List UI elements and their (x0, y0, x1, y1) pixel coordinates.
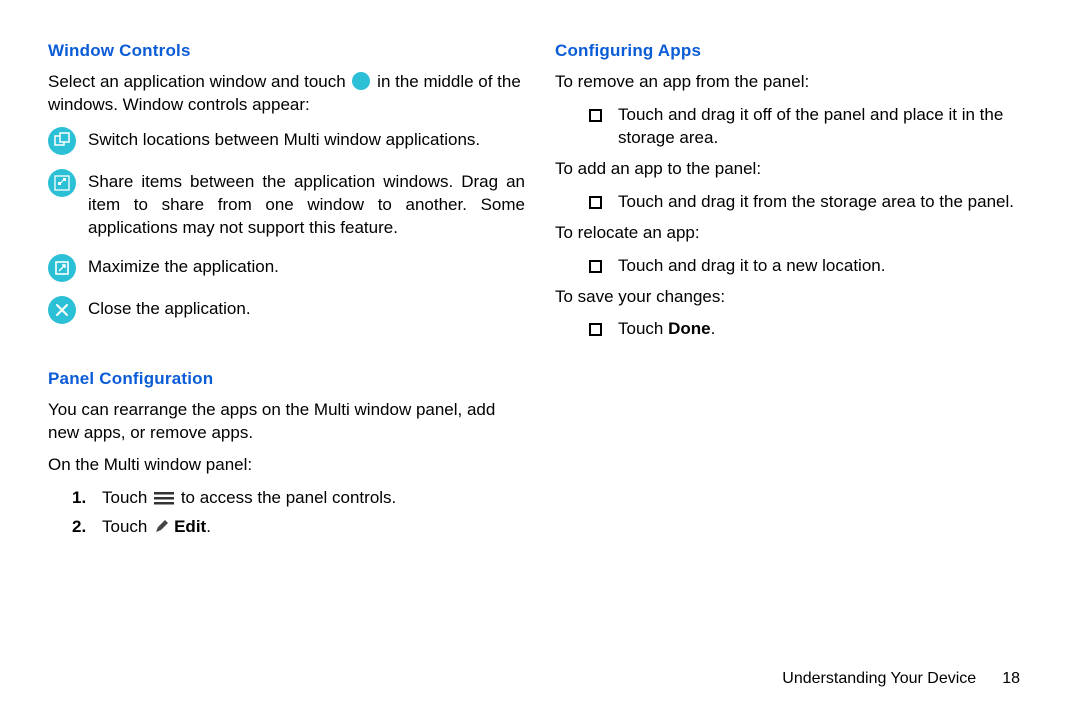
step-2: 2. Touch Edit. (72, 516, 525, 541)
close-icon (48, 296, 76, 324)
heading-window-controls: Window Controls (48, 40, 525, 63)
heading-panel-configuration: Panel Configuration (48, 368, 525, 391)
save-a: Touch (618, 319, 668, 338)
control-text-maximize: Maximize the application. (88, 254, 525, 279)
share-items-icon (48, 169, 76, 197)
window-controls-intro: Select an application window and touch i… (48, 71, 525, 117)
step-1-body: Touch to access the panel controls. (102, 487, 525, 512)
step-2-c: . (206, 517, 211, 536)
maximize-icon (48, 254, 76, 282)
relocate-bullet-text: Touch and drag it to a new location. (618, 255, 885, 278)
square-bullet-icon (589, 260, 602, 273)
right-column: Configuring Apps To remove an app from t… (555, 40, 1032, 545)
add-bullet: Touch and drag it from the storage area … (589, 191, 1032, 214)
control-text-switch: Switch locations between Multi window ap… (88, 127, 525, 152)
relocate-intro: To relocate an app: (555, 222, 1032, 245)
left-column: Window Controls Select an application wi… (48, 40, 525, 545)
control-text-close: Close the application. (88, 296, 525, 321)
step-1: 1. Touch to access the panel controls. (72, 487, 525, 512)
intro-text-a: Select an application window and touch (48, 72, 350, 91)
step-2-a: Touch (102, 517, 152, 536)
heading-configuring-apps: Configuring Apps (555, 40, 1032, 63)
add-intro: To add an app to the panel: (555, 158, 1032, 181)
footer-page-number: 18 (1002, 670, 1020, 687)
menu-icon (154, 489, 174, 512)
page-footer: Understanding Your Device 18 (782, 670, 1020, 688)
step-number-2: 2. (72, 516, 94, 541)
panel-config-sub: On the Multi window panel: (48, 454, 525, 477)
handle-dot-icon (352, 72, 370, 90)
step-2-body: Touch Edit. (102, 516, 525, 541)
two-column-layout: Window Controls Select an application wi… (48, 40, 1032, 545)
footer-section: Understanding Your Device (782, 670, 976, 687)
square-bullet-icon (589, 323, 602, 336)
control-row-share: Share items between the application wind… (48, 169, 525, 240)
pencil-icon (154, 518, 170, 541)
remove-intro: To remove an app from the panel: (555, 71, 1032, 94)
square-bullet-icon (589, 109, 602, 122)
save-c: . (711, 319, 716, 338)
save-bullet-text: Touch Done. (618, 318, 715, 341)
square-bullet-icon (589, 196, 602, 209)
remove-bullet: Touch and drag it off of the panel and p… (589, 104, 1032, 150)
remove-bullet-text: Touch and drag it off of the panel and p… (618, 104, 1032, 150)
step-2-b: Edit (174, 517, 206, 536)
relocate-bullet: Touch and drag it to a new location. (589, 255, 1032, 278)
switch-windows-icon (48, 127, 76, 155)
add-bullet-text: Touch and drag it from the storage area … (618, 191, 1014, 214)
control-row-switch: Switch locations between Multi window ap… (48, 127, 525, 155)
step-number-1: 1. (72, 487, 94, 512)
control-row-maximize: Maximize the application. (48, 254, 525, 282)
control-text-share: Share items between the application wind… (88, 169, 525, 240)
document-page: Window Controls Select an application wi… (0, 0, 1080, 720)
save-intro: To save your changes: (555, 286, 1032, 309)
step-1-a: Touch (102, 488, 152, 507)
save-b: Done (668, 319, 711, 338)
save-bullet: Touch Done. (589, 318, 1032, 341)
control-row-close: Close the application. (48, 296, 525, 324)
panel-config-intro: You can rearrange the apps on the Multi … (48, 399, 525, 445)
step-1-b: to access the panel controls. (176, 488, 396, 507)
